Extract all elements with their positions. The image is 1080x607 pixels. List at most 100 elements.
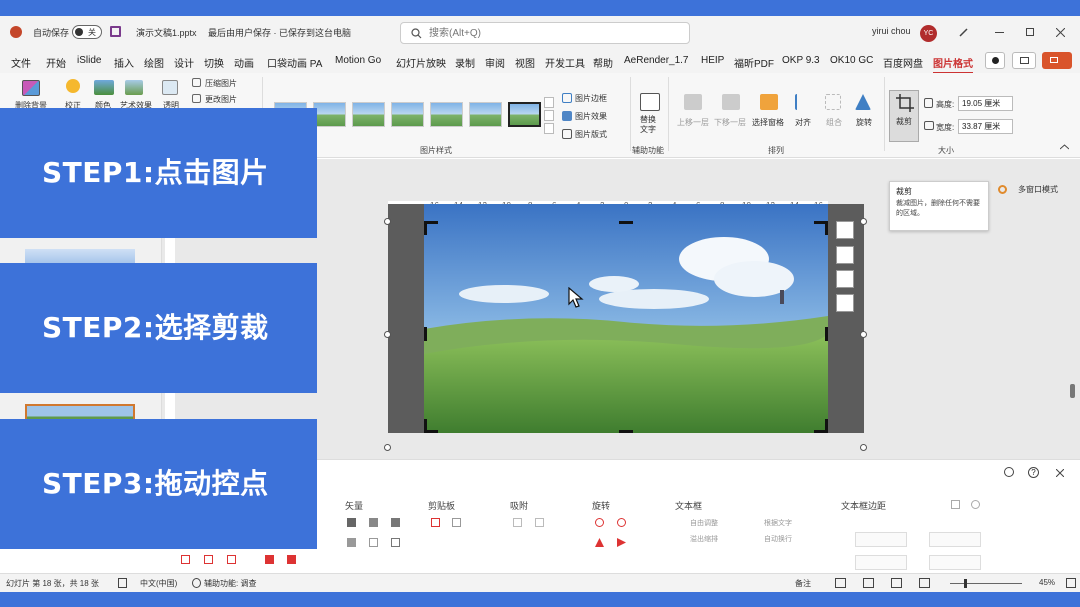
vector-tool-icon[interactable]	[369, 538, 378, 547]
vertical-scrollbar[interactable]	[1070, 384, 1075, 398]
styles-scroll-up-icon[interactable]	[544, 97, 554, 108]
quick-layout-tool[interactable]	[836, 246, 854, 264]
rotate-left-icon[interactable]	[595, 518, 604, 527]
rotate-icon[interactable]	[855, 94, 871, 110]
alt-text-icon[interactable]	[640, 93, 660, 111]
reading-view-icon[interactable]	[891, 578, 902, 588]
flip-horizontal-icon[interactable]	[617, 538, 626, 547]
width-field[interactable]: 33.87 厘米	[958, 119, 1013, 134]
autosave-toggle[interactable]: 关	[72, 25, 102, 39]
tab-help[interactable]: 帮助	[593, 55, 613, 70]
rotate-button[interactable]: 旋转	[856, 117, 872, 128]
resize-handle[interactable]	[860, 444, 867, 451]
quick-crop-tool[interactable]	[836, 294, 854, 312]
crop-handle-bottom[interactable]	[619, 430, 633, 433]
margin-right-field[interactable]	[929, 532, 981, 547]
bring-forward-button[interactable]: 上移一层	[677, 117, 709, 128]
align-tool-icon[interactable]	[227, 555, 236, 564]
bring-forward-icon[interactable]	[684, 94, 702, 110]
tab-insert[interactable]: 插入	[114, 55, 134, 70]
fit-slide-icon[interactable]	[1066, 578, 1076, 588]
transparency-icon[interactable]	[162, 80, 178, 95]
tab-developer[interactable]: 开发工具	[545, 55, 585, 70]
save-status[interactable]: 最后由用户保存 · 已保存到这台电脑	[208, 26, 351, 39]
comments-button[interactable]	[1012, 52, 1036, 69]
language-status[interactable]: 中文(中国)	[140, 578, 177, 589]
vector-tool-icon[interactable]	[347, 538, 356, 547]
vector-tool-icon[interactable]	[391, 538, 400, 547]
tab-draw[interactable]: 绘图	[144, 55, 164, 70]
auto-fit-option[interactable]: 自由调整	[690, 518, 718, 528]
close-icon[interactable]	[1056, 28, 1065, 37]
crop-handle-bottom-right-v[interactable]	[825, 419, 828, 433]
margin-bottom-field[interactable]	[929, 555, 981, 570]
crop-handle-top-left-v[interactable]	[424, 221, 427, 235]
restore-icon[interactable]	[1026, 28, 1034, 36]
align-tool-icon[interactable]	[181, 555, 190, 564]
user-name[interactable]: yirui chou	[872, 26, 911, 36]
tab-animations[interactable]: 动画	[234, 55, 254, 70]
send-backward-button[interactable]: 下移一层	[714, 117, 746, 128]
picture-style-2[interactable]	[313, 102, 346, 127]
crop-handle-top[interactable]	[619, 221, 633, 224]
picture-border-button[interactable]: 图片边框	[575, 93, 607, 104]
snap-icon[interactable]	[513, 518, 522, 527]
vector-tool-icon[interactable]	[369, 518, 378, 527]
selection-pane-button[interactable]: 选择窗格	[752, 117, 784, 128]
styles-more-icon[interactable]	[544, 123, 554, 134]
resize-handle[interactable]	[860, 331, 867, 338]
rotate-right-icon[interactable]	[617, 518, 626, 527]
tab-foxit-pdf[interactable]: 福昕PDF	[734, 55, 774, 70]
auto-wrap-option[interactable]: 自动换行	[764, 534, 792, 544]
tab-record[interactable]: 录制	[455, 55, 475, 70]
change-picture-button[interactable]: 更改图片	[205, 94, 237, 105]
slide-sorter-icon[interactable]	[863, 578, 874, 588]
fit-text-option[interactable]: 根据文字	[764, 518, 792, 528]
picture-effects-button[interactable]: 图片效果	[575, 111, 607, 122]
quick-add-tool[interactable]	[836, 221, 854, 239]
record-button[interactable]	[985, 52, 1005, 69]
group-icon[interactable]	[825, 94, 841, 110]
search-box[interactable]	[400, 22, 690, 44]
vector-tool-icon[interactable]	[347, 518, 356, 527]
delete-icon[interactable]	[951, 500, 960, 509]
resize-handle[interactable]	[384, 444, 391, 451]
margin-left-field[interactable]	[855, 532, 907, 547]
multi-window-mode[interactable]: 多窗口模式	[1018, 184, 1058, 195]
share-button[interactable]	[1042, 52, 1072, 69]
crop-handle-top-right-v[interactable]	[825, 221, 828, 235]
avatar[interactable]: YC	[920, 25, 937, 42]
slideshow-view-icon[interactable]	[919, 578, 930, 588]
slide-picture[interactable]	[424, 204, 828, 433]
tab-aerender[interactable]: AeRender_1.7	[624, 55, 689, 66]
align-tool-icon[interactable]	[265, 555, 274, 564]
resize-handle[interactable]	[384, 331, 391, 338]
tab-ok10[interactable]: OK10 GC	[830, 55, 873, 66]
tab-file[interactable]: 文件	[11, 55, 31, 70]
tab-pocket-animation[interactable]: 口袋动画 PA	[267, 55, 322, 70]
tab-slideshow[interactable]: 幻灯片放映	[396, 55, 446, 70]
settings-icon[interactable]	[1004, 467, 1014, 477]
remove-background-icon[interactable]	[22, 80, 40, 96]
resize-handle[interactable]	[384, 218, 391, 225]
tab-home[interactable]: 开始	[46, 55, 66, 70]
picture-style-3[interactable]	[352, 102, 385, 127]
picture-style-5[interactable]	[430, 102, 463, 127]
alt-text-button[interactable]: 替换文字	[640, 115, 662, 135]
zoom-level[interactable]: 45%	[1039, 578, 1055, 587]
picture-style-7[interactable]	[508, 102, 541, 127]
help-icon[interactable]: ?	[1028, 467, 1039, 478]
picture-layout-button[interactable]: 图片版式	[575, 129, 607, 140]
crop-handle-left[interactable]	[424, 327, 427, 341]
align-icon[interactable]	[795, 94, 811, 110]
quick-copy-tool[interactable]	[836, 270, 854, 288]
flip-vertical-icon[interactable]	[595, 538, 604, 547]
corrections-icon[interactable]	[66, 79, 80, 93]
paste-icon[interactable]	[452, 518, 461, 527]
pen-icon[interactable]	[958, 27, 969, 38]
tab-picture-format[interactable]: 图片格式	[933, 55, 973, 74]
tab-heip[interactable]: HEIP	[701, 55, 724, 66]
tab-okp[interactable]: OKP 9.3	[782, 55, 820, 66]
tab-transitions[interactable]: 切换	[204, 55, 224, 70]
resize-handle[interactable]	[860, 218, 867, 225]
